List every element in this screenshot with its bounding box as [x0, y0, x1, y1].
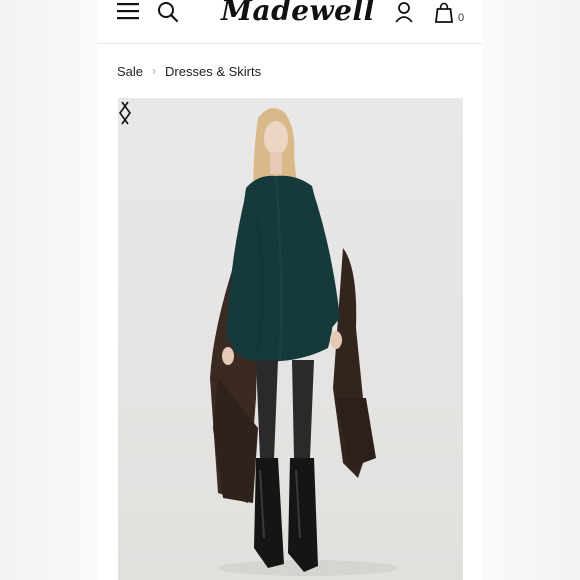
account-icon[interactable]: [394, 1, 414, 23]
product-image-carousel[interactable]: [118, 98, 463, 580]
mobile-page: Madewell 0 Sale › Dresses & Skirts: [97, 0, 483, 580]
menu-icon[interactable]: [117, 2, 139, 20]
breadcrumb-separator-icon: ›: [152, 64, 157, 78]
brand-logo[interactable]: Madewell: [221, 0, 374, 30]
site-header: Madewell 0: [97, 0, 483, 44]
chevron-right-icon[interactable]: [118, 98, 132, 128]
breadcrumb-dresses-skirts[interactable]: Dresses & Skirts: [165, 64, 261, 79]
left-margin: [0, 0, 97, 580]
search-icon[interactable]: [157, 1, 179, 23]
breadcrumb-sale[interactable]: Sale: [117, 64, 143, 79]
bag-icon[interactable]: [434, 2, 454, 24]
right-margin: [483, 0, 580, 580]
breadcrumb: Sale › Dresses & Skirts: [117, 62, 261, 80]
product-photo: [210, 108, 398, 576]
bag-count: 0: [458, 12, 465, 24]
